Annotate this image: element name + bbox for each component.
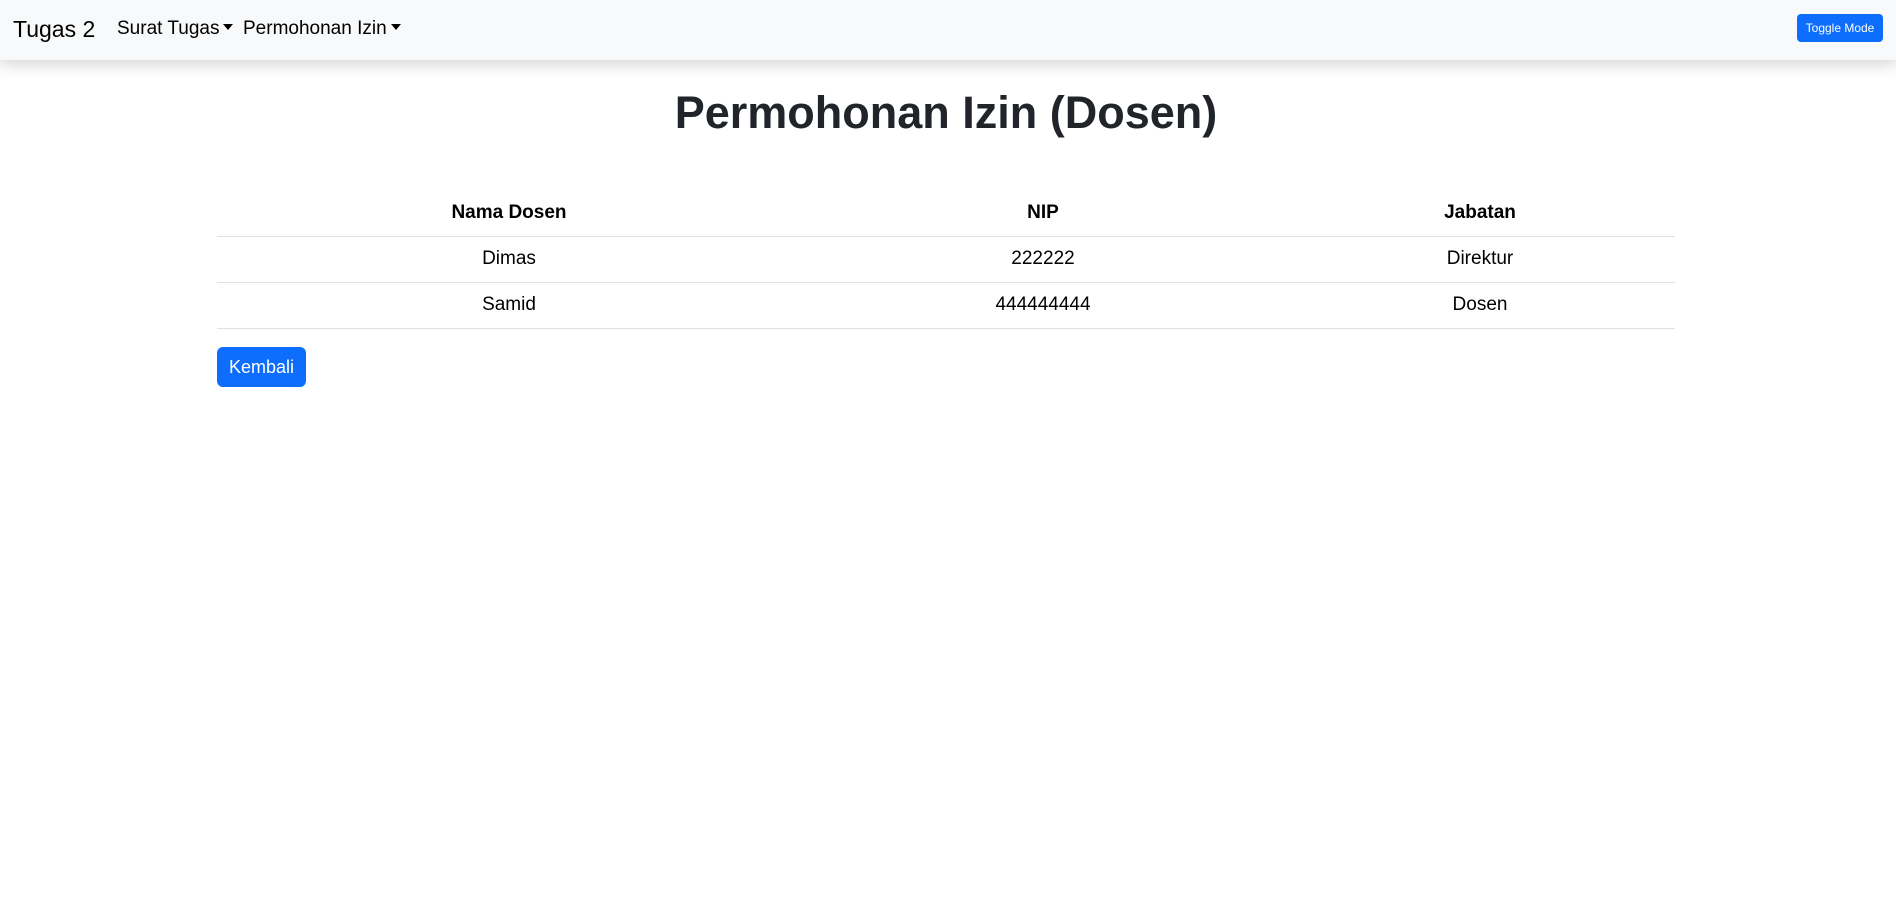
top-navbar: Tugas 2 Surat Tugas Permohonan Izin Togg…: [0, 0, 1896, 60]
cell-jabatan: Direktur: [1285, 236, 1675, 283]
caret-down-icon: [223, 24, 234, 30]
cell-nama-dosen: Samid: [217, 282, 801, 329]
column-header-jabatan: Jabatan: [1285, 190, 1675, 237]
cell-nip: 444444444: [801, 282, 1285, 329]
toggle-mode-button[interactable]: Toggle Mode: [1797, 14, 1883, 42]
cell-nip: 222222: [801, 236, 1285, 283]
column-header-nama-dosen: Nama Dosen: [217, 190, 801, 237]
cell-nama-dosen: Dimas: [217, 236, 801, 283]
nav-dropdown-permohonan-izin[interactable]: Permohonan Izin: [243, 17, 401, 41]
caret-down-icon: [390, 24, 401, 30]
nav-dropdown-label: Surat Tugas: [117, 18, 220, 39]
dosen-table: Nama Dosen NIP Jabatan Dimas 222222 Dire…: [217, 190, 1675, 329]
kembali-button[interactable]: Kembali: [217, 347, 306, 387]
table-row: Samid 444444444 Dosen: [217, 282, 1675, 329]
cell-jabatan: Dosen: [1285, 282, 1675, 329]
column-header-nip: NIP: [801, 190, 1285, 237]
nav-dropdown-label: Permohonan Izin: [243, 18, 387, 39]
table-row: Dimas 222222 Direktur: [217, 236, 1675, 283]
table-header-row: Nama Dosen NIP Jabatan: [217, 190, 1675, 237]
navbar-brand[interactable]: Tugas 2: [13, 14, 95, 44]
nav-dropdown-surat-tugas[interactable]: Surat Tugas: [117, 17, 234, 41]
page-title: Permohonan Izin (Dosen): [674, 87, 1218, 138]
